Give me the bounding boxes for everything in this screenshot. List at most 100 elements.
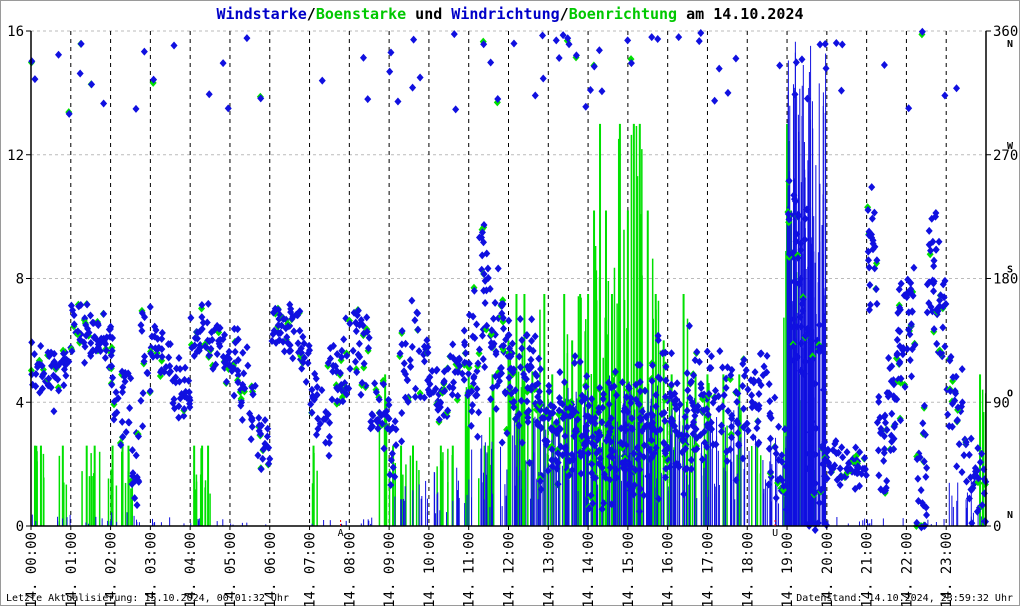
title-part-1: /: [307, 5, 316, 23]
wind-direction-point: [230, 391, 238, 400]
wind-direction-point: [478, 331, 486, 340]
wind-direction-point: [247, 435, 255, 444]
title-part-7: am 14.10.2024: [677, 5, 803, 23]
wind-direction-point: [371, 379, 379, 388]
wind-direction-point: [719, 363, 727, 372]
wind-direction-point: [325, 451, 333, 460]
wind-direction-point: [875, 471, 883, 480]
wind-direction-point: [89, 318, 97, 327]
wind-direction-point: [539, 31, 547, 40]
wind-direction-point: [50, 407, 58, 416]
compass-label: N: [1007, 510, 1013, 521]
wind-direction-point: [932, 245, 940, 254]
wind-direction-point: [906, 356, 914, 365]
wind-direction-point: [416, 73, 424, 82]
wind-direction-point: [460, 326, 468, 335]
wind-direction-point: [953, 462, 961, 471]
wind-direction-point: [175, 413, 183, 422]
wind-direction-point: [133, 501, 141, 510]
wind-direction-point: [755, 390, 763, 399]
wind-direction-point: [528, 315, 536, 324]
wind-direction-point: [398, 409, 406, 418]
wind-direction-point: [340, 335, 348, 344]
x-tick-label: 14. 17:00: [700, 532, 716, 606]
wind-direction-point: [132, 451, 140, 460]
wind-direction-point: [510, 39, 518, 48]
wind-direction-point: [296, 326, 304, 335]
wind-direction-point: [100, 99, 108, 108]
wind-direction-point: [158, 328, 166, 337]
wind-direction-point: [922, 472, 930, 481]
wind-direction-point: [146, 302, 154, 311]
wind-direction-point: [624, 36, 632, 45]
wind-direction-point: [62, 371, 70, 380]
wind-direction-point: [298, 364, 306, 373]
wind-direction-point: [449, 340, 457, 349]
wind-direction-point: [880, 60, 888, 69]
wind-direction-point: [349, 346, 357, 355]
wind-direction-point: [667, 349, 675, 358]
wind-direction-point: [958, 468, 966, 477]
x-tick-label: 14. 16:00: [661, 532, 677, 606]
wind-direction-point: [187, 313, 195, 322]
wind-direction-point: [524, 418, 532, 427]
wind-direction-point: [874, 446, 882, 455]
y-right-tick-label: 270: [993, 148, 1018, 164]
wind-direction-point: [751, 368, 759, 377]
wind-direction-point: [888, 409, 896, 418]
wind-direction-point: [866, 281, 874, 290]
wind-direction-point: [352, 327, 360, 336]
wind-direction-point: [289, 354, 297, 363]
wind-direction-point: [965, 450, 973, 459]
wind-direction-point: [474, 432, 482, 441]
wind-direction-point: [479, 355, 487, 364]
x-tick-label: 14. 15:00: [621, 532, 637, 606]
wind-direction-point: [771, 443, 779, 452]
wind-direction-point: [473, 320, 481, 329]
wind-direction-point: [875, 397, 883, 406]
wind-direction-point: [290, 327, 298, 336]
wind-direction-point: [539, 74, 547, 83]
wind-direction-point: [882, 418, 890, 427]
wind-direction-point: [872, 285, 880, 294]
wind-direction-point: [583, 372, 591, 381]
wind-direction-point: [409, 83, 417, 92]
compass-label: O: [1007, 388, 1013, 399]
compass-label: W: [1007, 141, 1014, 152]
wind-direction-point: [766, 434, 774, 443]
wind-direction-point: [711, 96, 719, 105]
wind-direction-point: [880, 456, 888, 465]
wind-direction-point: [388, 449, 396, 458]
compass-label: N: [1007, 39, 1013, 50]
wind-direction-point: [822, 64, 830, 73]
wind-direction-point: [205, 90, 213, 99]
wind-direction-point: [545, 381, 553, 390]
wind-direction-point: [944, 410, 952, 419]
wind-direction-point: [199, 318, 207, 327]
wind-direction-point: [487, 58, 495, 67]
wind-direction-point: [411, 316, 419, 325]
x-tick-label: 14. 19:00: [780, 532, 796, 606]
wind-direction-point: [481, 298, 489, 307]
wind-direction-point: [219, 59, 227, 68]
wind-direction-point: [420, 357, 428, 366]
wind-direction-point: [231, 347, 239, 356]
wind-direction-point: [83, 300, 91, 309]
wind-direction-point: [143, 368, 151, 377]
wind-direction-point: [280, 347, 288, 356]
wind-direction-point: [775, 422, 783, 431]
wind-direction-point: [406, 355, 414, 364]
wind-direction-point: [980, 489, 988, 498]
wind-direction-point: [753, 424, 761, 433]
wind-direction-point: [243, 343, 251, 352]
wind-direction-point: [498, 438, 506, 447]
wind-direction-point: [128, 446, 136, 455]
wind-direction-point: [100, 309, 108, 318]
wind-direction-point: [394, 97, 402, 106]
wind-direction-point: [359, 53, 367, 62]
wind-direction-point: [137, 321, 145, 330]
wind-direction-point: [763, 351, 771, 360]
wind-direction-point: [923, 510, 931, 519]
title-part-3: und: [406, 5, 451, 23]
wind-direction-point: [132, 104, 140, 113]
